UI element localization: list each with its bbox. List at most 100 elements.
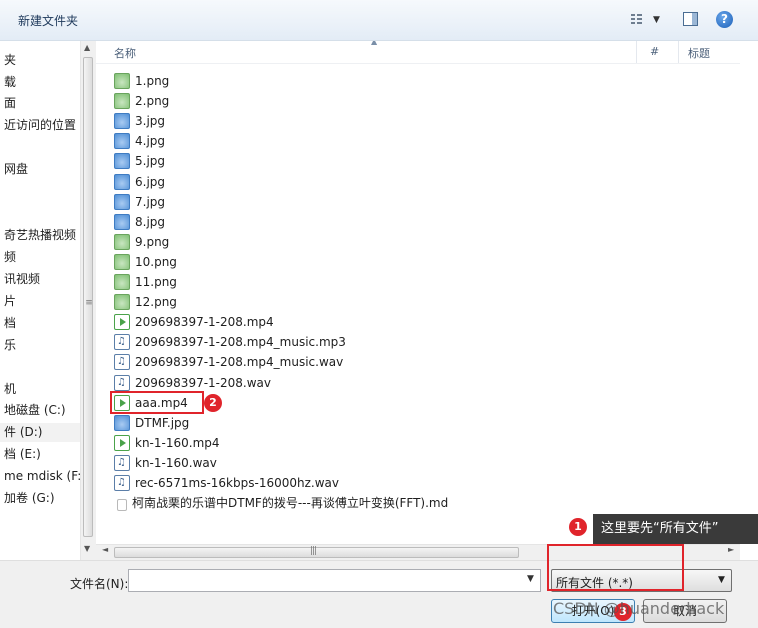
nav-item[interactable]: 档 (E:) — [0, 445, 84, 464]
grip-icon: ||| — [310, 546, 317, 556]
file-name: 8.jpg — [135, 214, 166, 229]
scroll-up-icon[interactable]: ▲ — [84, 43, 90, 52]
column-divider[interactable] — [678, 41, 679, 63]
help-icon[interactable]: ? — [716, 11, 733, 28]
column-number[interactable]: # — [650, 45, 659, 58]
nav-item[interactable]: 面 — [0, 94, 84, 113]
file-row[interactable]: 柯南战栗的乐谱中DTMF的拨号---再谈傅立叶变换(FFT).md — [114, 493, 448, 513]
file-name: 5.jpg — [135, 154, 166, 169]
file-row[interactable]: 4.jpg — [114, 131, 165, 151]
png-image-icon — [114, 233, 130, 250]
nav-item[interactable]: 网盘 — [0, 160, 84, 179]
file-name: 3.jpg — [135, 114, 166, 129]
nav-item[interactable]: 夹 — [0, 51, 84, 70]
step-badge-1: 1 — [569, 518, 587, 536]
highlight-box-filetype — [547, 544, 684, 591]
nav-scroll-thumb[interactable]: ≡ — [83, 57, 93, 537]
horizontal-scroll-thumb[interactable]: ||| — [114, 546, 519, 558]
step-badge-2: 2 — [204, 394, 222, 412]
file-name: 柯南战栗的乐谱中DTMF的拨号---再谈傅立叶变换(FFT).md — [132, 496, 449, 511]
nav-item[interactable]: 讯视频 — [0, 270, 84, 289]
file-row[interactable]: 209698397-1-208.mp4_music.wav — [114, 352, 343, 372]
jpg-image-icon — [114, 193, 130, 210]
chevron-down-icon[interactable]: ▼ — [527, 574, 534, 584]
nav-item[interactable]: 片 — [0, 292, 84, 311]
png-image-icon — [114, 274, 130, 290]
watermark: CSDN @huanderhack — [553, 599, 725, 618]
file-name: 209698397-1-208.mp4_music.wav — [135, 355, 344, 370]
file-name: 2.png — [135, 94, 170, 109]
file-row[interactable]: kn-1-160.mp4 — [114, 433, 220, 453]
nav-item[interactable]: 乐 — [0, 336, 84, 355]
file-row[interactable]: 5.jpg — [114, 151, 165, 171]
file-row[interactable]: 209698397-1-208.mp4_music.mp3 — [114, 332, 346, 352]
file-name: 209698397-1-208.wav — [135, 375, 271, 390]
nav-item[interactable]: me mdisk (F: — [0, 467, 84, 486]
file-row[interactable]: 1.png — [114, 71, 169, 91]
chevron-down-icon: ▼ — [653, 15, 660, 25]
png-image-icon — [114, 73, 130, 89]
sort-ascending-icon: ▲ — [371, 41, 378, 46]
file-row[interactable]: 6.jpg — [114, 172, 165, 192]
file-row[interactable]: 3.jpg — [114, 111, 165, 131]
jpg-image-icon — [114, 213, 130, 230]
scroll-down-icon[interactable]: ▼ — [84, 544, 90, 553]
change-view-button[interactable]: ▼ — [629, 13, 663, 29]
file-list: ▲ 名称 # 标题 1.png 2.png 3.jpg 4.jpg 5.jpg 6.jpg… — [96, 41, 740, 544]
preview-pane-icon[interactable] — [683, 12, 698, 26]
file-name: kn-1-160.mp4 — [135, 435, 220, 450]
nav-item[interactable]: 地磁盘 (C:) — [0, 401, 84, 420]
nav-scrollbar[interactable]: ▲ ≡ ▼ — [80, 41, 96, 560]
nav-item[interactable]: 载 — [0, 73, 84, 92]
chevron-down-icon[interactable]: ▼ — [718, 575, 725, 585]
file-name: 4.jpg — [135, 134, 166, 149]
file-row[interactable]: 12.png — [114, 292, 177, 312]
audio-file-icon — [114, 332, 130, 352]
view-grid-icon — [631, 14, 642, 25]
file-name: kn-1-160.wav — [135, 455, 217, 470]
nav-item[interactable]: 机 — [0, 380, 84, 399]
new-folder-button[interactable]: 新建文件夹 — [18, 12, 78, 29]
png-image-icon — [114, 93, 130, 110]
jpg-image-icon — [114, 173, 130, 190]
file-row[interactable]: 11.png — [114, 272, 177, 292]
file-name: 6.jpg — [135, 174, 166, 189]
video-file-icon — [114, 314, 130, 331]
file-row[interactable]: 209698397-1-208.wav — [114, 373, 271, 393]
scroll-left-icon[interactable]: ◄ — [102, 545, 108, 554]
audio-file-icon — [114, 352, 130, 372]
file-row[interactable]: 209698397-1-208.mp4 — [114, 312, 274, 332]
nav-item[interactable]: 档 — [0, 314, 84, 333]
file-name: 1.png — [135, 74, 170, 88]
png-image-icon — [114, 253, 130, 270]
nav-item[interactable]: 加卷 (G:) — [0, 489, 84, 508]
file-row[interactable]: kn-1-160.wav — [114, 453, 217, 473]
filename-input[interactable]: ▼ — [128, 569, 541, 592]
filename-label: 文件名(N): — [70, 577, 129, 591]
png-image-icon — [114, 294, 130, 311]
audio-file-icon — [114, 453, 130, 473]
video-file-icon — [114, 434, 130, 451]
file-row[interactable]: 8.jpg — [114, 212, 165, 232]
file-row[interactable]: 7.jpg — [114, 192, 165, 212]
file-row[interactable]: DTMF.jpg — [114, 413, 189, 433]
list-right-gutter — [740, 41, 758, 560]
nav-item[interactable]: 近访问的位置 — [0, 116, 84, 135]
column-divider[interactable] — [636, 41, 637, 63]
scroll-right-icon[interactable]: ► — [728, 545, 734, 554]
file-name: rec-6571ms-16kbps-16000hz.wav — [135, 476, 339, 490]
file-row[interactable]: rec-6571ms-16kbps-16000hz.wav — [114, 473, 339, 493]
column-name[interactable]: 名称 — [114, 45, 136, 61]
file-row[interactable]: 9.png — [114, 232, 169, 252]
file-name: 209698397-1-208.mp4_music.mp3 — [135, 335, 346, 350]
nav-item[interactable]: 奇艺热播视频 — [0, 226, 84, 245]
nav-item[interactable]: 频 — [0, 248, 84, 267]
file-name: 10.png — [135, 254, 177, 269]
column-title[interactable]: 标题 — [688, 45, 710, 61]
file-row[interactable]: 2.png — [114, 91, 169, 111]
nav-item[interactable]: 件 (D:) — [0, 423, 84, 442]
jpg-image-icon — [114, 133, 130, 150]
toolbar: 新建文件夹 ▼ ? — [0, 0, 758, 41]
file-name: 12.png — [135, 295, 177, 310]
file-row[interactable]: 10.png — [114, 252, 177, 272]
